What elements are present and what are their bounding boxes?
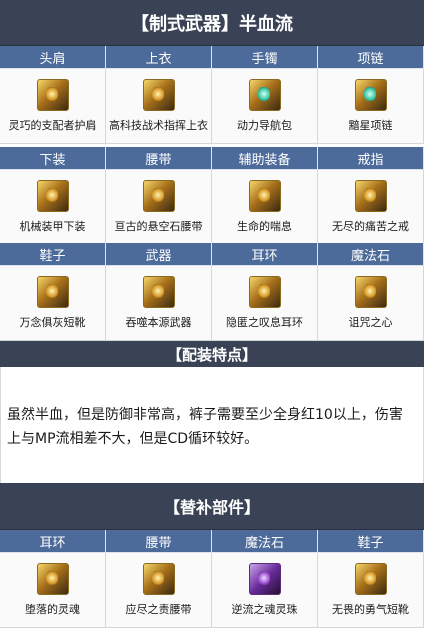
equipment-cell[interactable]: 机械装甲下装 <box>0 170 106 245</box>
belt-icon <box>142 563 175 595</box>
boots-icon <box>354 563 387 595</box>
equipment-cell[interactable]: 逆流之魂灵珠 <box>212 553 318 628</box>
ring-icon <box>354 180 387 212</box>
equipment-cell[interactable]: 灵巧的支配者护肩 <box>0 69 106 144</box>
equipment-name: 隐匿之叹息耳环 <box>226 316 303 329</box>
slot-header: 魔法石 <box>318 243 424 266</box>
boots-icon <box>36 276 69 308</box>
feature-text: 虽然半血，但是防御非常高，裤子需要至少全身红10以上，伤害上与MP流相差不大，但… <box>0 367 424 483</box>
slot-header: 魔法石 <box>212 530 318 553</box>
slots-row-2: 下装 腰带 辅助装备 戒指机械装甲下装 亘古的悬空石腰带 生命的喘息 无尽的痛苦之戒 <box>0 147 424 245</box>
equipment-cell[interactable]: 动力导航包 <box>212 69 318 144</box>
equipment-name: 黯星项链 <box>348 119 393 132</box>
leg-armor-icon <box>36 180 69 212</box>
slot-header: 手镯 <box>212 46 318 69</box>
slot-header: 腰带 <box>106 530 212 553</box>
equipment-cell[interactable]: 吞噬本源武器 <box>106 266 212 341</box>
slot-header: 鞋子 <box>318 530 424 553</box>
earring-icon <box>248 276 281 308</box>
magic-stone-icon <box>354 276 387 308</box>
equipment-name: 堕落的灵魂 <box>25 603 80 616</box>
slot-header: 上衣 <box>106 46 212 69</box>
equipment-cell[interactable]: 应尽之责腰带 <box>106 553 212 628</box>
magic-stone-icon <box>248 563 281 595</box>
belt-icon <box>142 180 175 212</box>
equipment-name: 应尽之责腰带 <box>125 603 192 616</box>
equipment-cell[interactable]: 诅咒之心 <box>318 266 424 341</box>
slot-header: 耳环 <box>0 530 106 553</box>
equipment-name: 机械装甲下装 <box>19 220 86 233</box>
chest-armor-icon <box>142 79 175 111</box>
equipment-cell[interactable]: 生命的喘息 <box>212 170 318 245</box>
equipment-name: 诅咒之心 <box>348 316 393 329</box>
equipment-cell[interactable]: 高科技战术指挥上衣 <box>106 69 212 144</box>
equipment-name: 无尽的痛苦之戒 <box>332 220 409 233</box>
equipment-name: 高科技战术指挥上衣 <box>109 119 208 132</box>
earring-icon <box>36 563 69 595</box>
shoulder-armor-icon <box>36 79 69 111</box>
equipment-name: 无畏的勇气短靴 <box>332 603 409 616</box>
bracelet-icon <box>248 79 281 111</box>
replace-slots: 耳环 腰带 魔法石 鞋子堕落的灵魂 应尽之责腰带 逆流之魂灵珠 无畏的勇气短靴 <box>0 530 424 628</box>
equipment-name: 万念俱灰短靴 <box>19 316 86 329</box>
support-gear-icon <box>248 180 281 212</box>
equipment-name: 亘古的悬空石腰带 <box>114 220 203 233</box>
main-title: 【制式武器】半血流 <box>0 0 424 46</box>
slot-header: 腰带 <box>106 147 212 170</box>
equipment-cell[interactable]: 万念俱灰短靴 <box>0 266 106 341</box>
slots-row-3: 鞋子 武器 耳环 魔法石万念俱灰短靴 吞噬本源武器 隐匿之叹息耳环 诅咒之心 <box>0 243 424 341</box>
equipment-name: 动力导航包 <box>237 119 292 132</box>
slot-header: 项链 <box>318 46 424 69</box>
weapon-icon <box>142 276 175 308</box>
equipment-cell[interactable]: 无畏的勇气短靴 <box>318 553 424 628</box>
slot-header: 耳环 <box>212 243 318 266</box>
equipment-name: 灵巧的支配者护肩 <box>8 119 97 132</box>
equipment-name: 生命的喘息 <box>237 220 292 233</box>
equipment-cell[interactable]: 堕落的灵魂 <box>0 553 106 628</box>
equipment-name: 逆流之魂灵珠 <box>231 603 298 616</box>
necklace-icon <box>354 79 387 111</box>
equipment-guide: 【制式武器】半血流 头肩 上衣 手镯 项链灵巧的支配者护肩 高科技战术指挥上衣 动力导航包… <box>0 0 424 637</box>
equipment-name: 吞噬本源武器 <box>125 316 192 329</box>
slots-row-1: 头肩 上衣 手镯 项链灵巧的支配者护肩 高科技战术指挥上衣 动力导航包 黯星项链 <box>0 46 424 144</box>
slot-header: 辅助装备 <box>212 147 318 170</box>
slot-header: 头肩 <box>0 46 106 69</box>
slot-header: 鞋子 <box>0 243 106 266</box>
feature-title: 【配装特点】 <box>0 341 424 368</box>
slot-header: 戒指 <box>318 147 424 170</box>
replace-title: 【替补部件】 <box>0 483 424 530</box>
equipment-cell[interactable]: 亘古的悬空石腰带 <box>106 170 212 245</box>
slot-header: 下装 <box>0 147 106 170</box>
slot-header: 武器 <box>106 243 212 266</box>
equipment-cell[interactable]: 无尽的痛苦之戒 <box>318 170 424 245</box>
equipment-cell[interactable]: 黯星项链 <box>318 69 424 144</box>
equipment-cell[interactable]: 隐匿之叹息耳环 <box>212 266 318 341</box>
